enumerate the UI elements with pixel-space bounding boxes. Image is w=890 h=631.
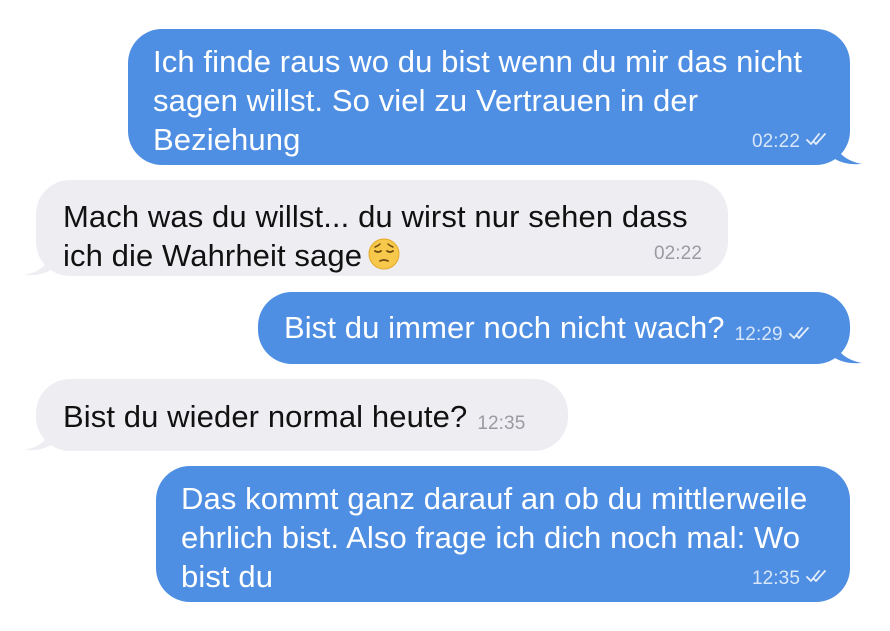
bubble-tail [24, 248, 54, 276]
double-check-icon [806, 131, 830, 152]
bubble-tail [24, 423, 54, 451]
chat-thread: Ich finde raus wo du bist wenn du mir da… [0, 0, 890, 631]
message-time: 12:35 [751, 567, 800, 589]
message-time: 12:35 [477, 413, 526, 434]
message-meta: 02:22 [752, 131, 830, 152]
pensive-face-emoji [368, 238, 400, 270]
message-text: Das kommt ganz darauf an ob du mittlerwe… [181, 481, 808, 594]
double-check-icon [788, 325, 813, 346]
message-text: Ich finde raus wo du bist wenn du mir da… [153, 44, 803, 157]
message-meta: 02:22 [654, 244, 702, 264]
incoming-message-bubble[interactable]: Mach was du willst... du wirst nur sehen… [24, 180, 728, 276]
message-time: 02:22 [751, 130, 800, 152]
message-text: Bist du wieder normal heute? [63, 399, 468, 434]
message-meta: 12:35 [477, 414, 525, 434]
message-time: 12:29 [734, 324, 783, 345]
message-meta: 12:35 [752, 568, 830, 589]
outgoing-message-bubble[interactable]: Das kommt ganz darauf an ob du mittlerwe… [156, 466, 850, 602]
bubble-tail [832, 336, 862, 364]
message-meta: 12:29 [735, 325, 813, 346]
incoming-message-bubble[interactable]: Bist du wieder normal heute? 12:35 [24, 379, 568, 451]
message-text: Bist du immer noch nicht wach? [284, 310, 725, 345]
outgoing-message-bubble[interactable]: Ich finde raus wo du bist wenn du mir da… [128, 29, 862, 165]
outgoing-message-bubble[interactable]: Bist du immer noch nicht wach? 12:29 [258, 292, 862, 364]
bubble-tail [832, 137, 862, 165]
double-check-icon [806, 568, 830, 589]
message-time: 02:22 [653, 243, 702, 264]
